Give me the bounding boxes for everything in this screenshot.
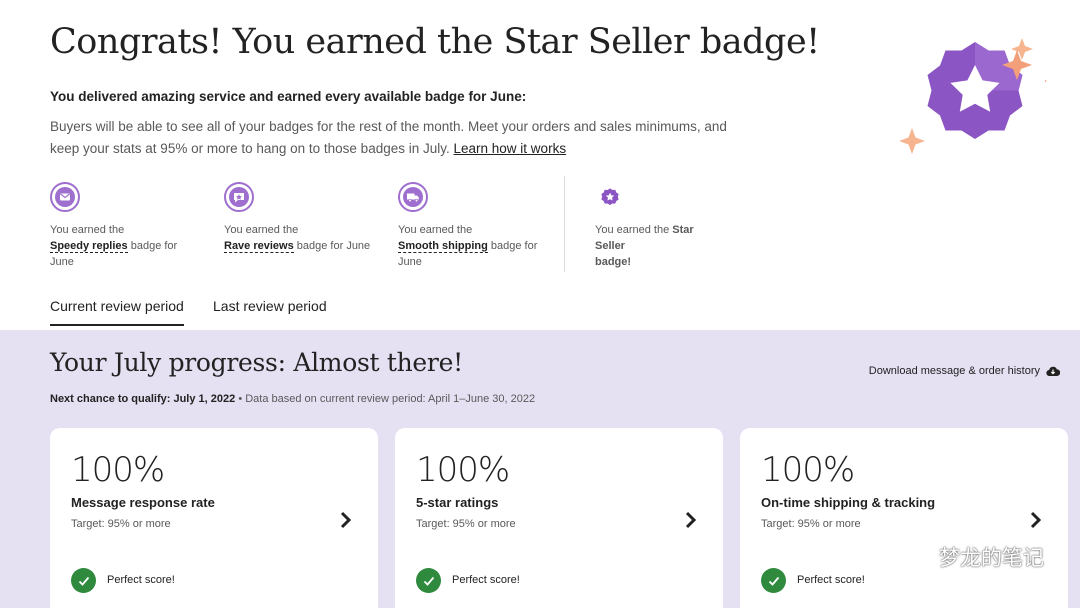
badges-subheading: You delivered amazing service and earned… bbox=[50, 89, 527, 104]
description-text: Buyers will be able to see all of your b… bbox=[50, 119, 727, 156]
metric-card-on-time-shipping[interactable]: 100% On-time shipping & tracking Target:… bbox=[740, 428, 1068, 608]
chevron-right-icon[interactable] bbox=[683, 510, 699, 530]
check-icon bbox=[416, 568, 441, 593]
metric-percent: 100% bbox=[71, 450, 165, 490]
badge-text: You earned the Speedy replies badge for … bbox=[50, 224, 178, 268]
metric-status: Perfect score! bbox=[797, 574, 865, 586]
badge-divider bbox=[564, 176, 565, 272]
metric-status: Perfect score! bbox=[107, 574, 175, 586]
chevron-right-icon[interactable] bbox=[1028, 510, 1044, 530]
badge-smooth-shipping: You earned the Smooth shipping badge for… bbox=[398, 182, 548, 270]
data-period-text: Data based on current review period: Apr… bbox=[245, 393, 536, 405]
badge-star-seller: You earned the Star Seller badge! bbox=[595, 182, 715, 270]
envelope-icon bbox=[50, 182, 80, 212]
watermark: 梦龙的笔记 bbox=[895, 542, 1044, 572]
star-review-icon bbox=[224, 182, 254, 212]
metric-card-five-star-ratings[interactable]: 100% 5-star ratings Target: 95% or more … bbox=[395, 428, 723, 608]
progress-title: Your July progress: Almost there! bbox=[50, 348, 463, 377]
metric-status: Perfect score! bbox=[452, 574, 520, 586]
badge-list: You earned the Speedy replies badge for … bbox=[50, 176, 730, 272]
tab-current-review-period[interactable]: Current review period bbox=[50, 298, 184, 326]
badge-text: You earned the Rave reviews badge for Ju… bbox=[224, 224, 371, 253]
cloud-download-icon bbox=[1046, 366, 1060, 377]
metric-percent: 100% bbox=[416, 450, 510, 490]
badge-name-link[interactable]: Smooth shipping bbox=[398, 240, 488, 253]
metric-label: 5-star ratings bbox=[416, 495, 499, 510]
learn-how-it-works-link[interactable]: Learn how it works bbox=[454, 141, 567, 156]
star-badge-icon bbox=[595, 182, 625, 212]
metric-target: Target: 95% or more bbox=[71, 518, 171, 530]
badge-text: You earned the Star Seller badge! bbox=[595, 224, 694, 268]
chevron-right-icon[interactable] bbox=[338, 510, 354, 530]
watermark-text: 梦龙的笔记 bbox=[939, 546, 1044, 570]
download-history-link[interactable]: Download message & order history bbox=[869, 365, 1060, 377]
star-seller-hero-icon bbox=[900, 38, 1047, 154]
badge-speedy-replies: You earned the Speedy replies badge for … bbox=[50, 182, 200, 270]
metric-target: Target: 95% or more bbox=[416, 518, 516, 530]
next-chance-text: Next chance to qualify: July 1, 2022 bbox=[50, 393, 236, 405]
badges-description: Buyers will be able to see all of your b… bbox=[50, 116, 730, 160]
metric-label: Message response rate bbox=[71, 495, 215, 510]
wechat-icon bbox=[896, 544, 931, 569]
badge-text: You earned the Smooth shipping badge for… bbox=[398, 224, 538, 268]
badge-rave-reviews: You earned the Rave reviews badge for Ju… bbox=[224, 182, 374, 254]
tab-last-review-period[interactable]: Last review period bbox=[213, 298, 327, 324]
progress-meta: Next chance to qualify: July 1, 2022 • D… bbox=[50, 393, 536, 405]
badge-name-link[interactable]: Rave reviews bbox=[224, 240, 294, 253]
page-title: Congrats! You earned the Star Seller bad… bbox=[50, 22, 820, 62]
check-icon bbox=[71, 568, 96, 593]
metric-percent: 100% bbox=[761, 450, 855, 490]
metric-card-message-response[interactable]: 100% Message response rate Target: 95% o… bbox=[50, 428, 378, 608]
truck-icon bbox=[398, 182, 428, 212]
badge-name-link[interactable]: Speedy replies bbox=[50, 240, 128, 253]
metric-target: Target: 95% or more bbox=[761, 518, 861, 530]
metric-label: On-time shipping & tracking bbox=[761, 495, 936, 510]
header-section: Congrats! You earned the Star Seller bad… bbox=[0, 0, 1080, 330]
check-icon bbox=[761, 568, 786, 593]
